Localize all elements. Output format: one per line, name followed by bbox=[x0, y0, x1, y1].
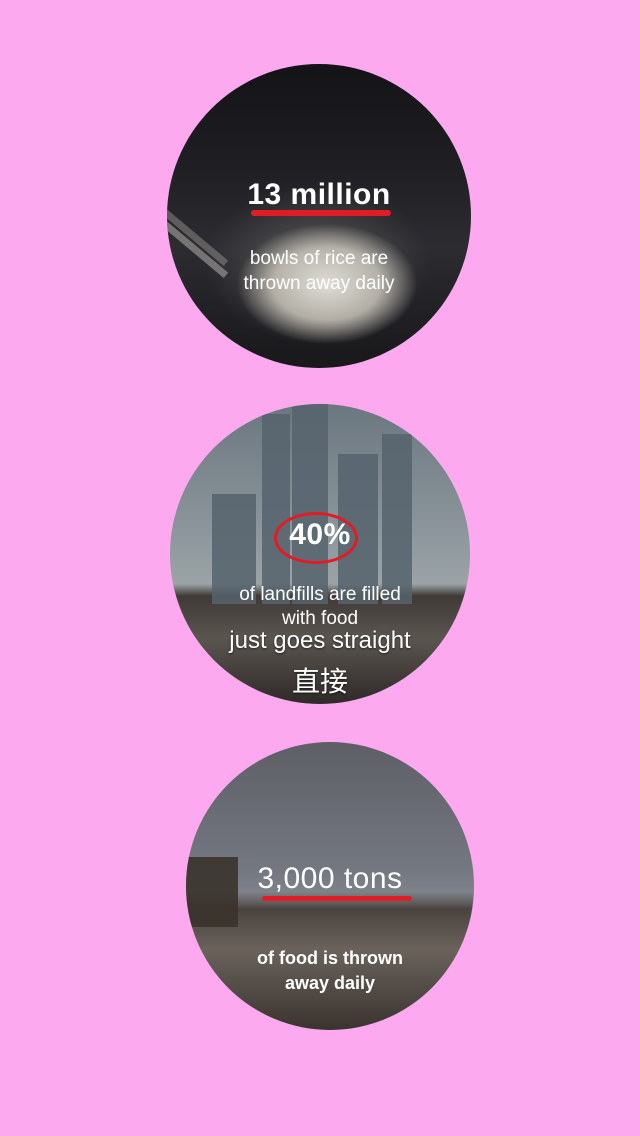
food-waste-stat-circle: 3,000 tons of food is thrown away daily bbox=[186, 742, 474, 1030]
stat-headline: 13 million bbox=[247, 178, 391, 211]
stat-caption-line2: away daily bbox=[284, 973, 376, 993]
stat-headline: 3,000 tons bbox=[257, 862, 403, 895]
landfill-stat-circle: 40% of landfills are filled with food ju… bbox=[170, 404, 470, 704]
stat-caption-line1: bowls of rice are bbox=[249, 248, 389, 269]
headline-underline bbox=[251, 210, 391, 216]
rice-stat-circle: 13 million bowls of rice are thrown away… bbox=[167, 64, 471, 368]
stat-caption-line1: of food is thrown bbox=[257, 948, 403, 968]
story-page: { "stats": [ { "headline": "13 million",… bbox=[0, 0, 640, 1136]
headline-underline bbox=[262, 896, 412, 901]
stat-caption-line1: of landfills are filled bbox=[239, 584, 401, 605]
skyline-building bbox=[292, 404, 328, 604]
video-subtitle-english: just goes straight bbox=[229, 627, 411, 654]
video-subtitle-chinese: 直接 bbox=[291, 666, 348, 697]
stat-headline: 40% bbox=[289, 518, 351, 551]
skyline-building bbox=[262, 414, 290, 604]
stat-caption-line2: thrown away daily bbox=[243, 273, 395, 294]
